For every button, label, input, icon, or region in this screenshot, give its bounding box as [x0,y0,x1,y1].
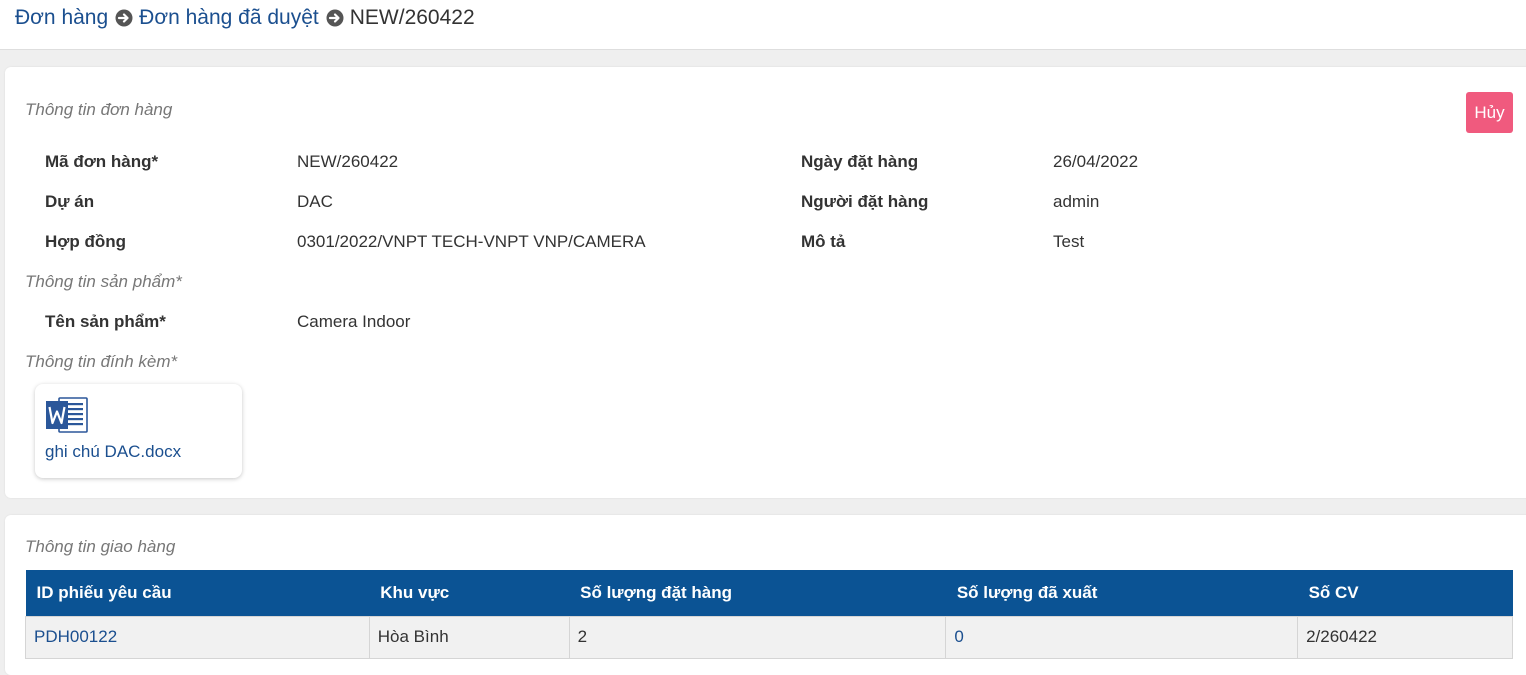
column-header-ordered-qty: Số lượng đặt hàng [569,570,946,616]
ordered-qty-cell: 2 [568,615,947,659]
request-id-link[interactable]: PDH00122 [25,615,370,659]
orderer-value: admin [1053,192,1100,211]
word-doc-icon [46,397,88,433]
delivery-info-card: Thông tin giao hàng ID phiếu yêu cầu Khu… [5,515,1526,675]
cv-number-cell: 2/260422 [1297,615,1513,659]
region-cell: Hòa Bình [368,615,570,659]
page-header: Đơn hàng Đơn hàng đã duyệt NEW/260422 [0,0,1526,50]
description-label: Mô tả [801,232,846,251]
column-header-region: Khu vực [369,570,570,616]
contract-label: Hợp đồng [45,232,127,251]
order-code-value: NEW/260422 [297,152,399,171]
breadcrumb-approved-orders-link[interactable]: Đơn hàng đã duyệt [139,6,319,30]
attachment-file-link[interactable]: ghi chú DAC.docx [45,442,181,462]
order-info-card: Thông tin đơn hàng Hủy Mã đơn hàng* NEW/… [5,67,1526,498]
orderer-label: Người đặt hàng [801,192,929,211]
delivery-table: ID phiếu yêu cầu Khu vực Số lượng đặt hà… [25,570,1513,659]
order-info-title: Thông tin đơn hàng [25,100,173,119]
arrow-right-circle-icon [326,9,344,27]
arrow-right-circle-icon [115,9,133,27]
table-header-row: ID phiếu yêu cầu Khu vực Số lượng đặt hà… [25,570,1513,616]
product-name-label: Tên sản phẩm* [45,312,166,331]
description-value: Test [1053,232,1085,251]
order-code-label: Mã đơn hàng* [45,152,159,171]
breadcrumb: Đơn hàng Đơn hàng đã duyệt NEW/260422 [15,5,475,31]
product-name-value: Camera Indoor [297,312,411,331]
cancel-button[interactable]: Hủy [1466,92,1513,133]
breadcrumb-orders-link[interactable]: Đơn hàng [15,6,108,30]
column-header-exported-qty: Số lượng đã xuất [945,570,1298,616]
attachment-card[interactable]: ghi chú DAC.docx [35,384,242,478]
table-row: PDH00122 Hòa Bình 2 0 2/260422 [25,615,1513,659]
order-date-label: Ngày đặt hàng [801,152,919,171]
product-info-title: Thông tin sản phẩm* [25,272,182,291]
order-date-value: 26/04/2022 [1053,152,1139,171]
attachment-info-title: Thông tin đính kèm* [25,352,178,371]
column-header-cv-number: Số CV [1297,570,1513,616]
column-header-request-id: ID phiếu yêu cầu [25,570,370,616]
exported-qty-link[interactable]: 0 [945,615,1299,659]
delivery-info-title: Thông tin giao hàng [25,537,176,556]
project-label: Dự án [45,192,95,211]
breadcrumb-current: NEW/260422 [349,6,475,29]
project-value: DAC [297,192,333,211]
contract-value: 0301/2022/VNPT TECH-VNPT VNP/CAMERA [297,232,646,251]
